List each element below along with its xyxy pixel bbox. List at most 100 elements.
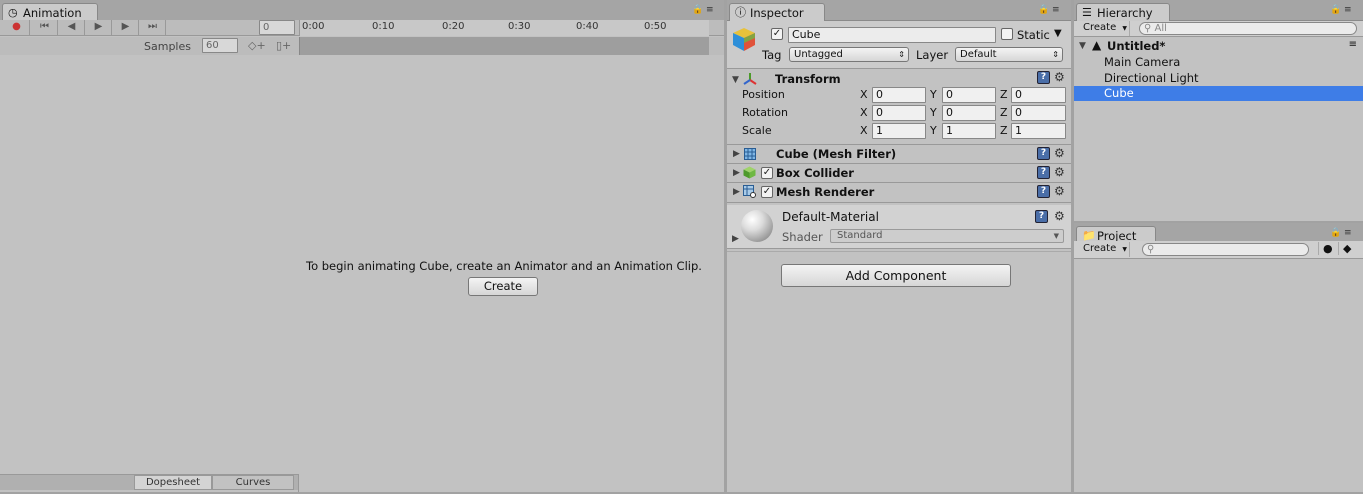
- add-keyframe-icon[interactable]: ◇+: [248, 39, 266, 52]
- mesh-renderer-title: Mesh Renderer: [776, 185, 875, 199]
- box-collider-enabled-checkbox[interactable]: ✓: [761, 167, 773, 179]
- tab-inspector[interactable]: ⓘ Inspector: [729, 3, 825, 21]
- tab-curves[interactable]: Curves: [212, 475, 294, 490]
- add-event-icon[interactable]: ▯+: [276, 39, 291, 52]
- scene-row[interactable]: ▼ ▲ Untitled* ≡: [1074, 38, 1363, 54]
- filter-by-label-icon[interactable]: ◆: [1338, 242, 1351, 255]
- rotation-x-field[interactable]: 0: [872, 105, 926, 121]
- timeline-tick: 0:00: [302, 21, 325, 32]
- gear-icon[interactable]: ⚙: [1054, 185, 1065, 197]
- hierarchy-search-input[interactable]: ⚲ All: [1139, 22, 1357, 35]
- hierarchy-item-selected[interactable]: Cube: [1074, 86, 1363, 101]
- project-search-input[interactable]: ⚲: [1142, 243, 1309, 256]
- gear-icon[interactable]: ⚙: [1054, 166, 1065, 178]
- timeline-header-track[interactable]: [299, 37, 709, 55]
- foldout-collapsed-icon[interactable]: ▶: [733, 168, 740, 178]
- panel-menu-icon[interactable]: ≡: [1052, 5, 1061, 15]
- mesh-renderer-enabled-checkbox[interactable]: ✓: [761, 186, 773, 198]
- add-component-button[interactable]: Add Component: [781, 264, 1011, 287]
- material-name: Default-Material: [782, 210, 879, 224]
- static-checkbox[interactable]: [1001, 28, 1013, 40]
- project-create-button[interactable]: Create ▼: [1078, 242, 1130, 257]
- help-icon[interactable]: ?: [1035, 210, 1048, 223]
- clock-icon: ◷: [8, 6, 18, 19]
- chevron-down-icon: ▼: [1122, 246, 1128, 253]
- samples-label: Samples: [144, 40, 191, 53]
- samples-field[interactable]: 60: [202, 38, 238, 53]
- scale-z-field[interactable]: 1: [1011, 123, 1066, 139]
- material-section: ▶ Default-Material ? ⚙ Shader Standard ▼: [727, 205, 1071, 249]
- box-collider-component[interactable]: ▶ ✓ Box Collider ? ⚙: [727, 164, 1071, 182]
- last-key-button[interactable]: ⏭: [140, 20, 166, 35]
- lock-icon[interactable]: 🔒: [692, 5, 704, 15]
- prev-key-button[interactable]: ◀​: [59, 20, 85, 35]
- filter-by-type-icon[interactable]: ●: [1318, 242, 1333, 255]
- axis-y-label: Y: [930, 88, 937, 101]
- gear-icon[interactable]: ⚙: [1054, 71, 1065, 83]
- active-checkbox[interactable]: ✓: [771, 28, 783, 40]
- hierarchy-create-button[interactable]: Create ▼: [1078, 21, 1130, 36]
- tag-dropdown[interactable]: Untagged ⇕: [789, 47, 909, 62]
- tab-hierarchy[interactable]: ☰ Hierarchy: [1076, 3, 1170, 21]
- scale-x-field[interactable]: 1: [872, 123, 926, 139]
- foldout-collapsed-icon[interactable]: ▶: [732, 234, 739, 244]
- layer-dropdown[interactable]: Default ⇕: [955, 47, 1063, 62]
- position-label: Position: [742, 88, 785, 101]
- frame-field[interactable]: 0: [259, 20, 295, 35]
- gear-icon[interactable]: ⚙: [1054, 147, 1065, 159]
- help-icon[interactable]: ?: [1037, 166, 1050, 179]
- position-y-field[interactable]: 0: [942, 87, 996, 103]
- panel-menu-icon[interactable]: ≡: [1344, 228, 1353, 238]
- lock-icon[interactable]: 🔒: [1330, 228, 1342, 238]
- next-key-button[interactable]: ▶​: [113, 20, 139, 35]
- transform-title[interactable]: Transform: [775, 72, 841, 86]
- create-animation-button[interactable]: Create: [468, 277, 538, 296]
- scene-menu-icon[interactable]: ≡: [1349, 39, 1357, 50]
- axis-x-label: X: [860, 124, 868, 137]
- hierarchy-item-label: Main Camera: [1104, 55, 1181, 69]
- lock-icon[interactable]: 🔒: [1330, 5, 1342, 15]
- foldout-expanded-icon[interactable]: ▼: [732, 75, 739, 85]
- rotation-label: Rotation: [742, 106, 789, 119]
- position-z-field[interactable]: 0: [1011, 87, 1066, 103]
- layer-label: Layer: [916, 48, 949, 62]
- animation-panel: ◷ Animation 🔒 ≡ ● ⏮ ◀​ ▶ ▶​ ⏭ 0 0:00 0:1…: [0, 0, 724, 492]
- hierarchy-item[interactable]: Directional Light: [1074, 70, 1363, 86]
- axis-x-label: X: [860, 88, 868, 101]
- scale-y-field[interactable]: 1: [942, 123, 996, 139]
- help-icon[interactable]: ?: [1037, 71, 1050, 84]
- mesh-renderer-component[interactable]: ▶ ✓ Mesh Renderer ? ⚙: [727, 183, 1071, 202]
- object-name-field[interactable]: Cube: [788, 27, 996, 43]
- foldout-collapsed-icon[interactable]: ▶: [733, 149, 740, 159]
- first-key-button[interactable]: ⏮: [32, 20, 58, 35]
- material-preview-sphere[interactable]: [741, 210, 773, 242]
- scale-label: Scale: [742, 124, 772, 137]
- mesh-filter-title: Cube (Mesh Filter): [776, 147, 897, 161]
- foldout-collapsed-icon[interactable]: ▶: [733, 187, 740, 197]
- search-icon: ⚲: [1144, 23, 1152, 34]
- timeline-ruler[interactable]: 0:00 0:10 0:20 0:30 0:40 0:50: [299, 20, 709, 36]
- foldout-expanded-icon[interactable]: ▼: [1079, 41, 1086, 51]
- position-x-field[interactable]: 0: [872, 87, 926, 103]
- help-icon[interactable]: ?: [1037, 147, 1050, 160]
- tab-dopesheet[interactable]: Dopesheet: [134, 475, 212, 490]
- gear-icon[interactable]: ⚙: [1054, 210, 1065, 222]
- play-button[interactable]: ▶: [86, 20, 112, 35]
- search-icon: ⚲: [1147, 244, 1155, 255]
- lock-icon[interactable]: 🔒: [1038, 5, 1050, 15]
- timeline-tick: 0:40: [576, 21, 599, 32]
- rotation-y-field[interactable]: 0: [942, 105, 996, 121]
- tag-label: Tag: [762, 48, 782, 62]
- animation-message: To begin animating Cube, create an Anima…: [306, 259, 702, 273]
- rotation-z-field[interactable]: 0: [1011, 105, 1066, 121]
- record-button[interactable]: ●: [4, 20, 30, 35]
- help-icon[interactable]: ?: [1037, 185, 1050, 198]
- shader-dropdown[interactable]: Standard ▼: [830, 229, 1064, 243]
- panel-menu-icon[interactable]: ≡: [706, 5, 715, 15]
- panel-menu-icon[interactable]: ≡: [1344, 5, 1353, 15]
- static-dropdown-icon[interactable]: ▼: [1054, 28, 1062, 39]
- hierarchy-item[interactable]: Main Camera: [1074, 54, 1363, 70]
- mesh-filter-component[interactable]: ▶ Cube (Mesh Filter) ? ⚙: [727, 145, 1071, 163]
- tab-animation[interactable]: ◷ Animation: [2, 3, 98, 21]
- axis-z-label: Z: [1000, 106, 1008, 119]
